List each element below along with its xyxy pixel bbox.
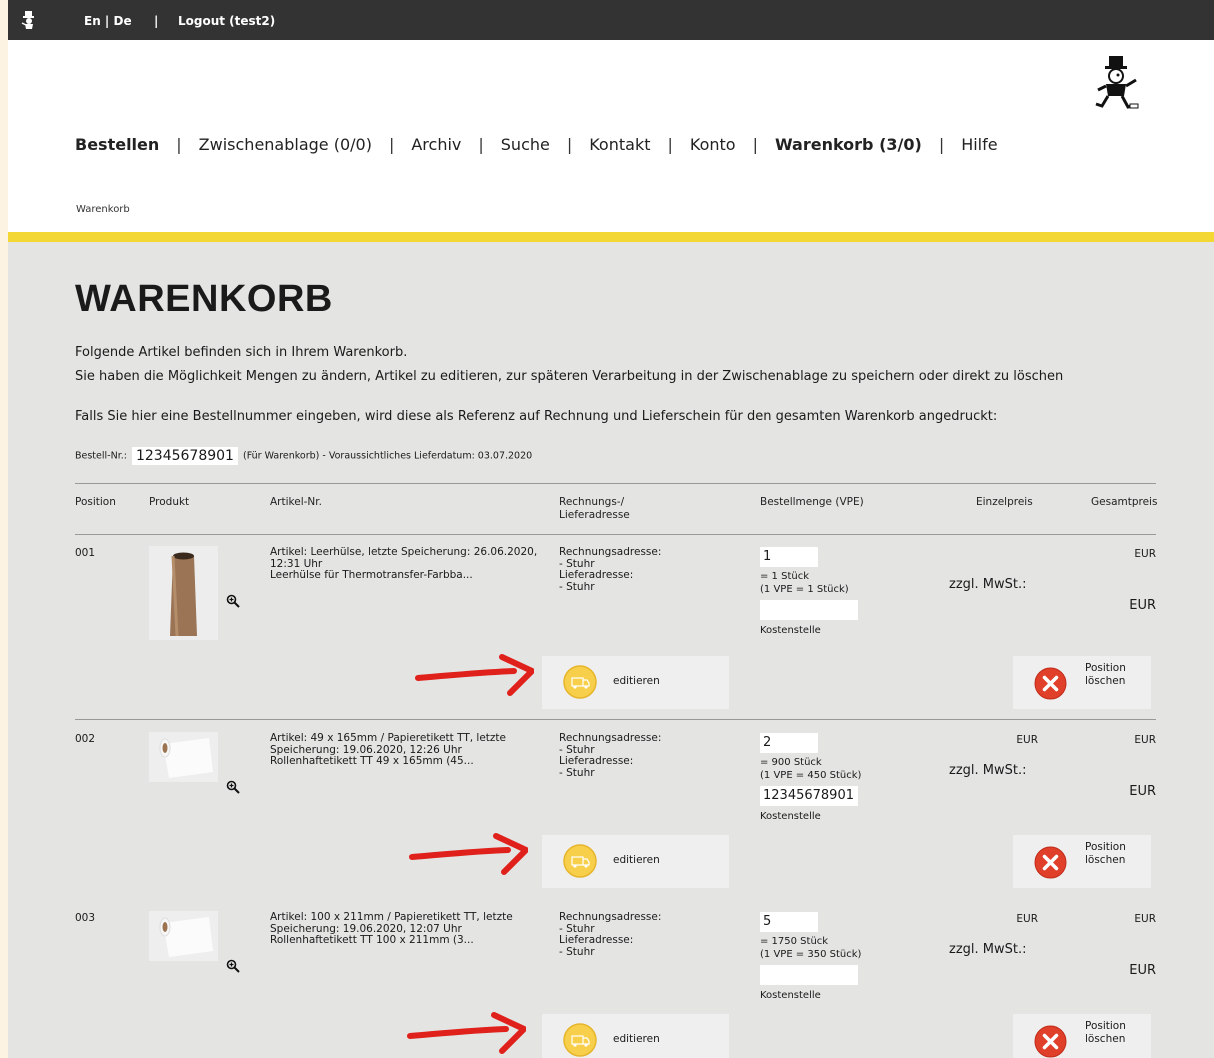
mascot-logo-icon[interactable] xyxy=(20,11,38,31)
delete-x-icon xyxy=(1034,846,1067,879)
cost-center-input[interactable] xyxy=(760,965,858,985)
address-info: Rechnungsadresse: - Stuhr Lieferadresse:… xyxy=(559,910,661,959)
unit-price: EUR xyxy=(1016,913,1038,925)
main-content: WARENKORB Folgende Artikel befinden sich… xyxy=(8,242,1214,1058)
nav-separator: | xyxy=(752,135,758,154)
table-row: 003 Artikel: 100 x 211mm / Papieretikett… xyxy=(8,607,1214,1058)
main-nav: Bestellen | Zwischenablage (0/0) | Archiv | Su… xyxy=(75,135,998,154)
delete-label-line: löschen xyxy=(1085,854,1126,866)
nav-item-kontakt[interactable]: Kontakt xyxy=(589,135,650,154)
article-info: Artikel: 100 x 211mm / Papieretikett TT,… xyxy=(270,911,538,947)
nav-separator: | xyxy=(176,135,182,154)
nav-separator: | xyxy=(388,135,395,154)
red-arrow-annotation xyxy=(407,1012,526,1054)
total-price: EUR xyxy=(1134,913,1156,925)
article-line: Artikel: 100 x 211mm / Papieretikett TT,… xyxy=(270,911,513,923)
cost-center-label: Kostenstelle xyxy=(760,990,821,1001)
topbar-separator: | xyxy=(154,14,159,28)
delete-label-line: löschen xyxy=(1085,1033,1126,1045)
delete-x-icon xyxy=(1034,1025,1067,1058)
nav-item-archiv[interactable]: Archiv xyxy=(411,135,461,154)
language-switch[interactable]: En | De xyxy=(84,14,132,28)
header: Bestellen | Zwischenablage (0/0) | Archiv | Su… xyxy=(8,40,1214,191)
nav-separator: | xyxy=(938,135,945,154)
accent-stripe xyxy=(8,232,1214,242)
edit-button[interactable]: editieren xyxy=(542,1014,729,1058)
nav-item-zwischenablage[interactable]: Zwischenablage (0/0) xyxy=(199,135,372,154)
breadcrumb-item[interactable]: Warenkorb xyxy=(76,204,130,215)
quantity-pieces: = 1750 Stück xyxy=(760,936,829,947)
nav-item-konto[interactable]: Konto xyxy=(690,135,736,154)
mascot-logo-icon[interactable] xyxy=(1092,54,1142,114)
table-row: 002 Artikel: 49 x 165mm / Papieretikett … xyxy=(8,428,1214,888)
delete-label-line: Position xyxy=(1085,1020,1126,1032)
nav-item-warenkorb[interactable]: Warenkorb (3/0) xyxy=(775,135,922,154)
edit-button-label: editieren xyxy=(613,1033,660,1045)
edit-truck-icon xyxy=(563,1023,597,1057)
edit-truck-icon xyxy=(563,844,597,878)
nav-separator: | xyxy=(566,135,573,154)
top-bar: En | De | Logout (test2) xyxy=(8,0,1214,40)
nav-item-hilfe[interactable]: Hilfe xyxy=(961,135,997,154)
article-line: Rollenhaftetikett TT 100 x 211mm (3... xyxy=(270,934,474,946)
cost-center-input[interactable]: 12345678901 xyxy=(760,786,858,806)
product-thumbnail[interactable] xyxy=(149,911,218,961)
cost-center-label: Kostenstelle xyxy=(760,811,821,822)
nav-item-suche[interactable]: Suche xyxy=(501,135,550,154)
logout-link[interactable]: Logout (test2) xyxy=(178,14,275,28)
quantity-input[interactable]: 5 xyxy=(760,912,818,932)
row-position: 003 xyxy=(75,912,96,924)
delete-button-label: Position löschen xyxy=(1085,1020,1126,1046)
red-arrow-annotation xyxy=(409,833,528,875)
nav-separator: | xyxy=(667,135,673,154)
zoom-icon[interactable] xyxy=(226,959,240,973)
delete-button-label: Position löschen xyxy=(1085,841,1126,867)
delete-position-button[interactable]: Position löschen xyxy=(1013,1014,1151,1058)
quantity-vpe: (1 VPE = 350 Stück) xyxy=(760,949,862,960)
vat-label: zzgl. MwSt.: xyxy=(949,942,1027,957)
edit-button[interactable]: editieren xyxy=(542,835,729,888)
nav-item-bestellen[interactable]: Bestellen xyxy=(75,135,159,154)
delete-label-line: Position xyxy=(1085,841,1126,853)
delete-position-button[interactable]: Position löschen xyxy=(1013,835,1151,888)
breadcrumb: Warenkorb xyxy=(8,190,1214,232)
edit-button-label: editieren xyxy=(613,854,660,866)
vat-amount: EUR xyxy=(1129,963,1156,978)
nav-separator: | xyxy=(478,135,484,154)
